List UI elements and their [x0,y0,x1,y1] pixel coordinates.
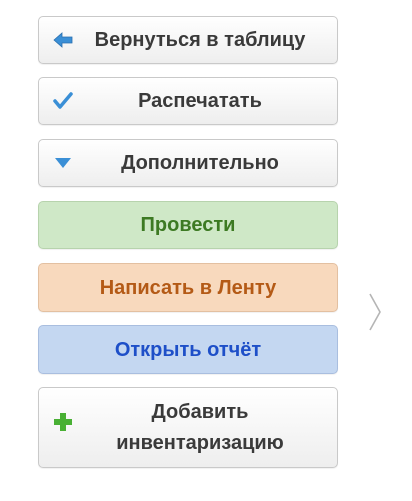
arrow-left-icon [53,30,73,50]
back-to-table-button[interactable]: Вернуться в таблицу [38,16,338,64]
write-to-feed-label: Написать в Ленту [99,276,277,299]
add-inventory-label-line1: Добавить [151,400,249,423]
chevron-right-icon[interactable] [368,292,382,332]
checkmark-icon [53,91,73,111]
triangle-down-icon [53,153,73,173]
more-options-button[interactable]: Дополнительно [38,139,338,187]
more-options-label: Дополнительно [121,152,279,174]
write-to-feed-button[interactable]: Написать в Ленту [38,263,338,312]
print-button[interactable]: Распечатать [38,77,338,125]
add-inventory-label-line2: инвентаризацию [116,431,284,454]
add-inventory-label: Добавить инвентаризацию [86,397,290,459]
plus-icon [53,412,73,432]
post-document-label: Провести [140,214,236,236]
open-report-button[interactable]: Открыть отчёт [38,325,338,374]
print-label: Распечатать [138,90,262,112]
add-inventory-button[interactable]: Добавить инвентаризацию [38,387,338,468]
actions-panel: Вернуться в таблицу Распечатать Дополнит… [0,0,412,501]
post-document-button[interactable]: Провести [38,201,338,249]
open-report-label: Открыть отчёт [114,338,262,361]
back-to-table-label: Вернуться в таблицу [94,29,306,51]
